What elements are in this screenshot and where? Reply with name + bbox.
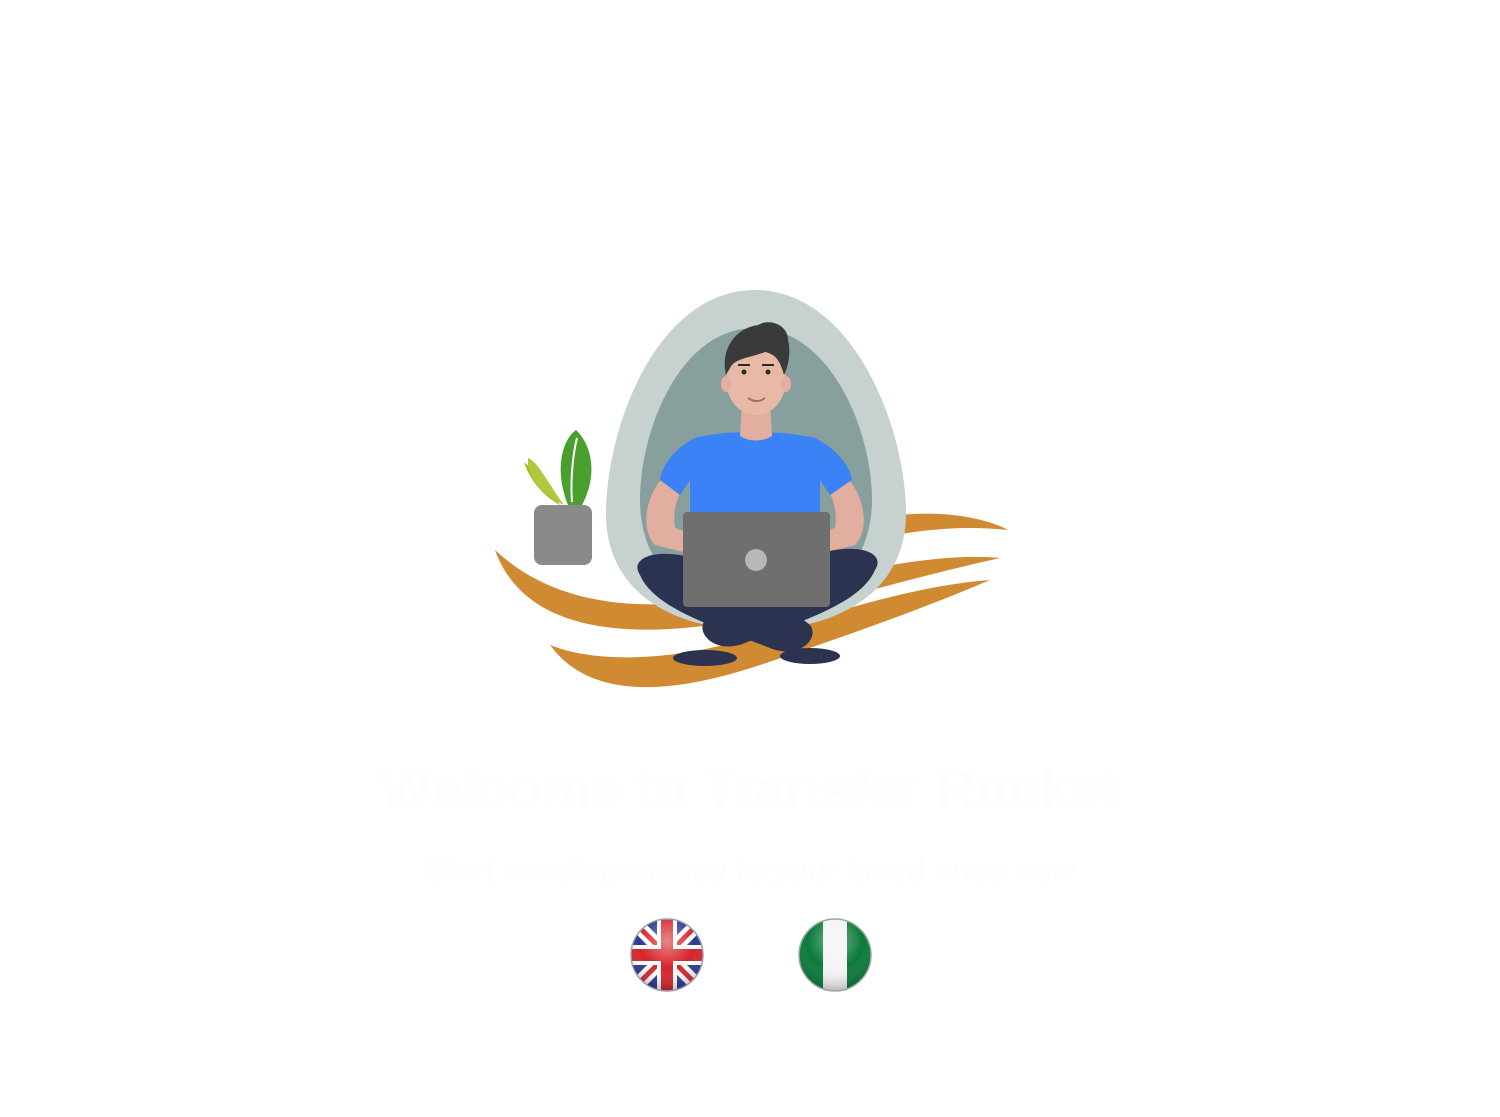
country-selector [0,918,1500,992]
welcome-subtitle: Start sending money to your loved ones n… [424,851,1076,888]
welcome-title: Welcome to Transfer Rocket [380,759,1120,819]
nigeria-flag-icon [798,918,872,992]
welcome-screen: Welcome to Transfer Rocket Start sending… [0,0,1500,1117]
potted-plant [524,430,592,565]
person-with-laptop-illustration [495,290,1008,688]
uk-flag-icon [630,918,704,992]
nigeria-flag-button[interactable] [798,918,872,992]
uk-flag-button[interactable] [630,918,704,992]
hero-illustration [480,280,1020,710]
